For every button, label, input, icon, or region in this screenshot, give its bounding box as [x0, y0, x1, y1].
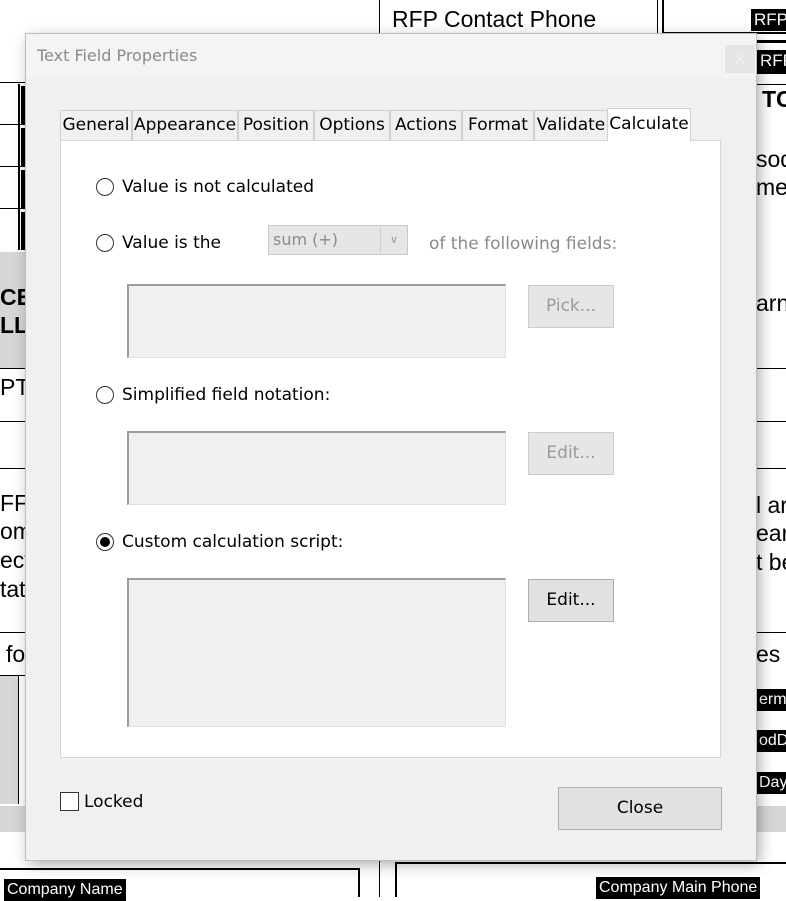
- right-fragment: me: [756, 174, 786, 200]
- table-field[interactable]: Days: [756, 772, 786, 794]
- shaded-cell: [756, 806, 786, 832]
- divider: [0, 166, 26, 167]
- table-field[interactable]: erm: [756, 689, 786, 711]
- tab-format[interactable]: Format: [462, 110, 534, 140]
- divider: [18, 84, 20, 250]
- divider: [756, 468, 786, 469]
- title-bar: Text Field Properties ×: [26, 34, 756, 78]
- of-following-fields-label: of the following fields:: [429, 234, 618, 254]
- divider: [358, 868, 360, 897]
- custom-script-radio[interactable]: [96, 533, 114, 551]
- para-fragment: t be: [756, 549, 786, 575]
- locked-label[interactable]: Locked: [84, 792, 143, 812]
- divider: [0, 468, 26, 469]
- heading-fragment: TC: [762, 86, 786, 112]
- simplified-notation-radio[interactable]: [96, 386, 114, 404]
- custom-script-box[interactable]: [127, 578, 506, 727]
- divider: [0, 632, 26, 633]
- custom-script-label[interactable]: Custom calculation script:: [122, 532, 343, 552]
- left-fragment: LL: [0, 312, 29, 338]
- divider: [657, 0, 658, 34]
- simplified-notation-label[interactable]: Simplified field notation:: [122, 385, 330, 405]
- divider: [756, 40, 786, 43]
- right-fragment: sod: [756, 146, 786, 172]
- right-fragment: es: [756, 641, 781, 667]
- rfp-field[interactable]: RFP: [751, 9, 786, 31]
- para-fragment: l ar: [756, 492, 786, 518]
- divider: [0, 82, 26, 83]
- tab-appearance[interactable]: Appearance: [132, 110, 238, 140]
- shaded-cell: [0, 806, 26, 832]
- close-icon[interactable]: ×: [725, 45, 755, 73]
- tab-options[interactable]: Options: [314, 110, 390, 140]
- tab-position[interactable]: Position: [238, 110, 314, 140]
- left-fragment: fo: [6, 641, 26, 667]
- pick-button[interactable]: Pick...: [528, 285, 614, 328]
- divider: [756, 84, 786, 85]
- value-is-the-label[interactable]: Value is the: [122, 233, 221, 253]
- calculate-panel: Value is not calculated Value is the sum…: [60, 140, 721, 758]
- divider: [0, 208, 26, 209]
- not-calculated-radio[interactable]: [96, 178, 114, 196]
- right-fragment: arn: [756, 290, 786, 316]
- tab-general[interactable]: General: [60, 110, 132, 140]
- left-fragment: PT: [0, 374, 30, 400]
- rfp-field[interactable]: RFP: [757, 50, 786, 74]
- divider: [379, 860, 380, 897]
- table-field[interactable]: odD: [756, 730, 786, 752]
- divider: [379, 0, 380, 34]
- edit-simplified-button[interactable]: Edit...: [528, 432, 614, 475]
- dialog-title: Text Field Properties: [37, 46, 198, 65]
- divider: [0, 421, 26, 422]
- operation-select[interactable]: sum (+) ∨: [268, 225, 408, 255]
- divider: [0, 124, 26, 125]
- close-button[interactable]: Close: [558, 787, 722, 830]
- tab-calculate[interactable]: Calculate: [607, 108, 691, 141]
- operation-select-value: sum (+): [273, 230, 339, 249]
- value-is-the-radio[interactable]: [96, 234, 114, 252]
- text-field-properties-dialog: Text Field Properties × General Appearan…: [26, 34, 756, 860]
- not-calculated-label[interactable]: Value is not calculated: [122, 177, 314, 197]
- fields-list-box[interactable]: [127, 284, 506, 358]
- divider: [756, 632, 786, 633]
- chevron-down-icon: ∨: [380, 226, 407, 254]
- simplified-notation-box[interactable]: [127, 431, 506, 505]
- locked-checkbox[interactable]: [60, 792, 79, 811]
- tab-actions[interactable]: Actions: [390, 110, 462, 140]
- para-fragment: earl: [756, 520, 786, 546]
- divider: [756, 368, 786, 369]
- divider: [0, 368, 26, 369]
- para-fragment: FF: [0, 490, 29, 516]
- edit-custom-script-button[interactable]: Edit...: [528, 579, 614, 622]
- divider: [18, 676, 19, 804]
- tab-validate[interactable]: Validate: [534, 110, 608, 140]
- company-name-field[interactable]: Company Name: [4, 879, 126, 901]
- shaded-cell: [0, 676, 18, 804]
- rfp-contact-phone-label: RFP Contact Phone: [392, 6, 597, 32]
- divider: [0, 868, 360, 870]
- divider: [756, 421, 786, 422]
- company-main-phone-field[interactable]: Company Main Phone: [596, 877, 761, 899]
